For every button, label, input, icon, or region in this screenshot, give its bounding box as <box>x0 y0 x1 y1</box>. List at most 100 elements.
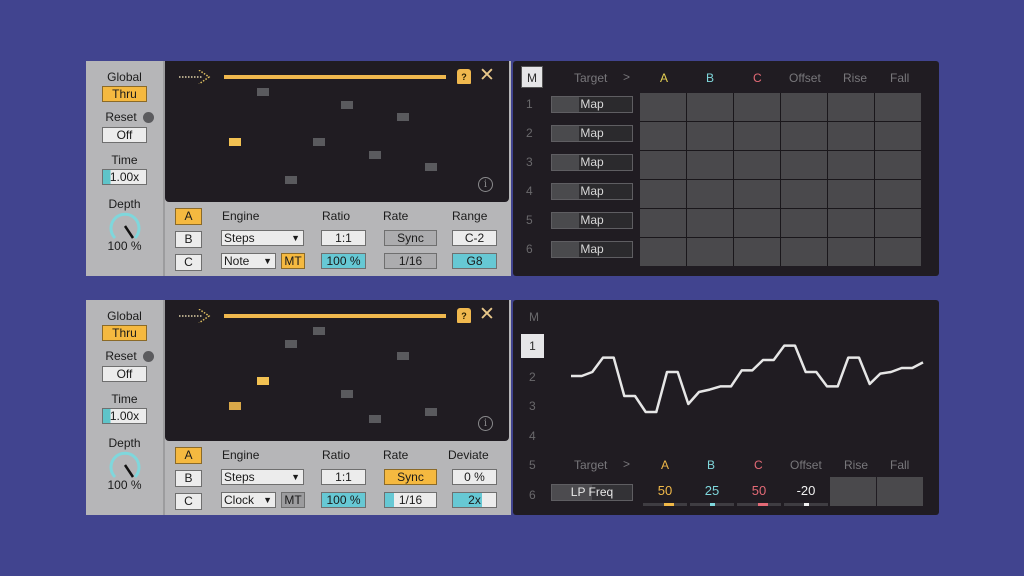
ratio-field[interactable]: 1:1 <box>321 230 366 246</box>
lane-button[interactable]: 2 <box>529 370 536 384</box>
sequencer-step[interactable] <box>285 175 297 184</box>
mapping-cell[interactable] <box>734 209 780 237</box>
mapping-cell[interactable] <box>781 180 827 208</box>
mapping-cell[interactable] <box>687 180 733 208</box>
rate-sync-button[interactable]: Sync <box>384 230 437 246</box>
help-icon[interactable]: ? <box>457 69 471 84</box>
channel-c-button[interactable]: C <box>175 493 202 510</box>
info-icon[interactable]: i <box>478 416 493 431</box>
engine-dropdown[interactable]: Steps ▼ <box>221 469 304 485</box>
channel-b-button[interactable]: B <box>175 470 202 487</box>
mt-button[interactable]: MT <box>281 492 305 508</box>
reset-led-icon[interactable] <box>142 350 154 362</box>
deviate-multiplier-field[interactable]: 2x <box>452 492 497 508</box>
mapping-cell[interactable] <box>875 238 921 266</box>
reset-off-button[interactable]: Off <box>102 366 147 382</box>
ratio-percent-field[interactable]: 100 % <box>321 253 366 269</box>
ratio-field[interactable]: 1:1 <box>321 469 366 485</box>
ratio-percent-field[interactable]: 100 % <box>321 492 366 508</box>
a-amount-value[interactable]: 50 <box>642 483 688 498</box>
offset-bar[interactable] <box>784 503 828 506</box>
mapping-cell[interactable] <box>640 209 686 237</box>
mapping-cell[interactable] <box>687 151 733 179</box>
channel-b-button[interactable]: B <box>175 231 202 248</box>
c-amount-bar[interactable] <box>737 503 781 506</box>
mapping-cell[interactable] <box>781 93 827 121</box>
channel-a-button[interactable]: A <box>175 447 202 464</box>
mapping-cell[interactable] <box>781 238 827 266</box>
mapping-cell[interactable] <box>781 209 827 237</box>
rate-value-field[interactable]: 1/16 <box>384 253 437 269</box>
mapping-cell[interactable] <box>734 180 780 208</box>
b-amount-bar[interactable] <box>690 503 734 506</box>
mapping-cell[interactable] <box>875 93 921 121</box>
map-button[interactable]: Map <box>551 154 633 171</box>
mapping-cell[interactable] <box>875 209 921 237</box>
mapping-cell[interactable] <box>640 93 686 121</box>
sequencer-step[interactable] <box>313 327 325 335</box>
mapping-cell[interactable] <box>687 93 733 121</box>
mapping-cell[interactable] <box>828 93 874 121</box>
channel-c-button[interactable]: C <box>175 254 202 271</box>
sequencer-step[interactable] <box>425 408 437 417</box>
rise-cell[interactable] <box>830 477 876 506</box>
mapping-cell[interactable] <box>875 151 921 179</box>
sequencer-step[interactable] <box>313 138 325 146</box>
offset-value[interactable]: -20 <box>783 483 829 498</box>
info-icon[interactable]: i <box>478 177 493 192</box>
mapping-cell[interactable] <box>640 122 686 150</box>
sequencer-step[interactable] <box>341 389 353 398</box>
mode-dropdown[interactable]: Clock ▼ <box>221 492 276 508</box>
mapping-cell[interactable] <box>687 209 733 237</box>
sequencer-step[interactable] <box>285 339 297 348</box>
rate-sync-button[interactable]: Sync <box>384 469 437 485</box>
time-field[interactable]: 1.00x <box>102 408 147 424</box>
mapping-cell[interactable] <box>734 122 780 150</box>
mapping-cell[interactable] <box>734 238 780 266</box>
mapping-cell[interactable] <box>781 122 827 150</box>
map-button[interactable]: Map <box>551 183 633 200</box>
mapping-cell[interactable] <box>734 93 780 121</box>
target-lp-freq-button[interactable]: LP Freq <box>551 484 633 501</box>
mapping-cell[interactable] <box>734 151 780 179</box>
mapping-cell[interactable] <box>687 238 733 266</box>
step-sequencer[interactable]: ? ✕ i <box>165 61 509 202</box>
close-icon[interactable]: ✕ <box>479 66 495 85</box>
thru-button[interactable]: Thru <box>102 86 147 102</box>
mapping-cell[interactable] <box>640 151 686 179</box>
mapping-cell[interactable] <box>828 180 874 208</box>
mapping-cell[interactable] <box>781 151 827 179</box>
mapping-cell[interactable] <box>687 122 733 150</box>
sequencer-step[interactable] <box>397 352 409 360</box>
sequencer-step[interactable] <box>397 113 409 121</box>
sequencer-step[interactable] <box>369 150 381 159</box>
map-button[interactable]: Map <box>551 96 633 113</box>
mapping-cell[interactable] <box>875 122 921 150</box>
sequencer-step[interactable] <box>425 163 437 171</box>
fall-cell[interactable] <box>877 477 923 506</box>
rate-value-field[interactable]: 1/16 <box>384 492 437 508</box>
close-icon[interactable]: ✕ <box>479 305 495 324</box>
range-low-field[interactable]: C-2 <box>452 230 497 246</box>
help-icon[interactable]: ? <box>457 308 471 323</box>
thru-button[interactable]: Thru <box>102 325 147 341</box>
mapping-m-button[interactable]: M <box>521 66 543 88</box>
depth-knob[interactable] <box>107 450 143 480</box>
mapping-cell[interactable] <box>828 122 874 150</box>
lane-button[interactable]: 4 <box>529 429 536 443</box>
depth-knob[interactable] <box>107 211 143 241</box>
map-button[interactable]: Map <box>551 241 633 258</box>
sequencer-step[interactable] <box>341 100 353 109</box>
a-amount-bar[interactable] <box>643 503 687 506</box>
mapping-cell[interactable] <box>828 151 874 179</box>
sequencer-step[interactable] <box>229 402 241 410</box>
mapping-cell[interactable] <box>828 238 874 266</box>
m-label[interactable]: M <box>529 310 539 324</box>
mapping-cell[interactable] <box>875 180 921 208</box>
sequencer-step[interactable] <box>229 138 241 146</box>
lane-button[interactable]: 5 <box>529 458 536 472</box>
engine-dropdown[interactable]: Steps ▼ <box>221 230 304 246</box>
b-amount-value[interactable]: 25 <box>689 483 735 498</box>
deviate-field[interactable]: 0 % <box>452 469 497 485</box>
mapping-cell[interactable] <box>640 180 686 208</box>
